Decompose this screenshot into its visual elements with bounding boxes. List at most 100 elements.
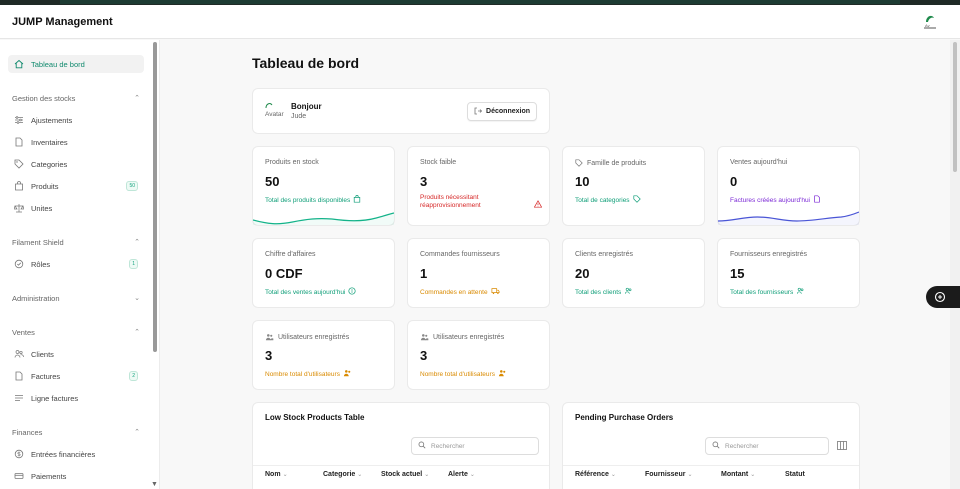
sidebar-item-produits[interactable]: Produits 50: [8, 177, 144, 195]
sidebar-item-unites[interactable]: Unites: [8, 199, 144, 217]
avatar: Avatar: [265, 102, 287, 122]
sidebar-group-admin[interactable]: Administration ⌄: [12, 294, 140, 303]
column-header-nom[interactable]: Nom ⌄: [265, 471, 288, 478]
column-header-fournisseur[interactable]: Fournisseur ⌄: [645, 471, 692, 478]
scroll-down-arrow-icon[interactable]: ▼: [151, 481, 158, 488]
greeting: Bonjour: [291, 102, 322, 111]
search-icon: [418, 441, 426, 451]
sidebar-item-label: Entrées financières: [31, 449, 96, 459]
sidebar-item-roles[interactable]: Rôles 1: [8, 255, 144, 273]
column-header-alerte[interactable]: Alerte ⌄: [448, 471, 475, 478]
card-icon: [14, 471, 24, 481]
sparkline-green: [253, 212, 394, 225]
users-icon: [796, 287, 805, 297]
stat-desc: Nombre total d'utilisateurs: [265, 369, 352, 379]
document-icon: [14, 137, 24, 147]
logout-label: Déconnexion: [486, 108, 530, 115]
tag-icon: [633, 195, 641, 205]
sidebar-group-shield[interactable]: Filament Shield ⌃: [12, 238, 140, 247]
sidebar-item-ajustements[interactable]: Ajustements: [8, 111, 144, 129]
users-icon: [420, 334, 429, 341]
chevron-up-icon: ⌃: [134, 429, 140, 436]
stat-label-text: Famille de produits: [587, 159, 647, 167]
stat-label: Produits en stock: [265, 159, 319, 166]
sort-icon: ⌄: [750, 472, 756, 478]
currency-icon: [348, 287, 356, 297]
stat-desc-text: Factures créées aujourd'hui: [730, 196, 811, 204]
page-title: Tableau de bord: [252, 55, 360, 71]
stat-card-stock-faible: Stock faible 3 Produits nécessitant réap…: [407, 146, 550, 226]
stat-label: Utilisateurs enregistrés: [420, 333, 504, 341]
sidebar-item-factures[interactable]: Factures 2: [8, 367, 144, 385]
sort-icon: ⌄: [687, 472, 693, 478]
page-scrollbar[interactable]: [950, 40, 960, 489]
page-scroll-thumb[interactable]: [953, 42, 957, 172]
sidebar-item-label: Inventaires: [31, 137, 68, 147]
sidebar-item-dashboard[interactable]: Tableau de bord: [8, 55, 144, 73]
stat-label: Fournisseurs enregistrés: [730, 251, 808, 258]
stat-card-commandes-fournisseurs: Commandes fournisseurs 1 Commandes en at…: [407, 238, 550, 308]
stat-desc-text: Total des ventes aujourd'hui: [265, 288, 346, 296]
column-label: Statut: [785, 471, 805, 478]
pending-orders-search[interactable]: [705, 437, 829, 455]
columns-toggle-icon[interactable]: [837, 441, 847, 452]
low-stock-search-input[interactable]: [431, 442, 521, 450]
column-header-reference[interactable]: Référence ⌄: [575, 471, 616, 478]
column-header-montant[interactable]: Montant ⌄: [721, 471, 755, 478]
sidebar-item-inventaires[interactable]: Inventaires: [8, 133, 144, 151]
sidebar-item-label: Produits: [31, 181, 59, 191]
sidebar-item-label: Ligne factures: [31, 393, 79, 403]
group-label: Finances: [12, 428, 43, 437]
sidebar-group-ventes[interactable]: Ventes ⌃: [12, 328, 140, 337]
stat-card-utilisateurs-2: Utilisateurs enregistrés 3 Nombre total …: [407, 320, 550, 390]
sort-icon: ⌄: [357, 472, 363, 478]
top-bar: JUMP Management Av: [0, 5, 960, 39]
stat-label: Ventes aujourd'hui: [730, 159, 788, 166]
column-header-stock-actuel[interactable]: Stock actuel ⌄: [381, 471, 429, 478]
main-content: Tableau de bord Avatar Bonjour Jude Déco…: [161, 40, 950, 489]
users-icon: [265, 334, 274, 341]
column-header-statut[interactable]: Statut: [785, 471, 805, 478]
stat-value: 0 CDF: [265, 266, 303, 281]
user-card: Avatar Bonjour Jude Déconnexion: [252, 88, 550, 134]
shopping-bag-icon: [14, 181, 24, 191]
pending-orders-search-input[interactable]: [725, 442, 815, 450]
column-label: Fournisseur: [645, 471, 686, 478]
user-avatar-icon[interactable]: Av: [922, 12, 938, 30]
stat-label: Famille de produits: [575, 159, 646, 167]
warning-icon: [533, 200, 543, 210]
sidebar-item-ligne-factures[interactable]: Ligne factures: [8, 389, 144, 407]
sidebar-item-entrees[interactable]: Entrées financières: [8, 445, 144, 463]
column-header-categorie[interactable]: Categorie ⌄: [323, 471, 362, 478]
sidebar-item-categories[interactable]: Categories: [8, 155, 144, 173]
zoom-search-icon: [934, 291, 946, 303]
stat-card-famille-produits: Famille de produits 10 Total de categori…: [562, 146, 705, 226]
stat-desc-text: Total de categories: [575, 196, 630, 204]
stat-label: Commandes fournisseurs: [420, 251, 500, 258]
stat-card-fournisseurs: Fournisseurs enregistrés 15 Total des fo…: [717, 238, 860, 308]
chevron-up-icon: ⌃: [134, 239, 140, 246]
sidebar-group-finances[interactable]: Finances ⌃: [12, 428, 140, 437]
sidebar-item-paiements[interactable]: Paiements: [8, 467, 144, 485]
sidebar-group-stocks[interactable]: Gestion des stocks ⌃: [12, 94, 140, 103]
logout-button[interactable]: Déconnexion: [467, 102, 537, 121]
stat-label: Clients enregistrés: [575, 251, 633, 258]
sidebar-scrollbar[interactable]: ▼: [151, 42, 158, 488]
group-label: Filament Shield: [12, 238, 64, 247]
column-label: Categorie: [323, 471, 356, 478]
app-title[interactable]: JUMP Management: [12, 16, 113, 28]
sidebar-scroll-thumb[interactable]: [153, 42, 157, 352]
stat-desc: Nombre total d'utilisateurs: [420, 369, 507, 379]
low-stock-search[interactable]: [411, 437, 539, 455]
stat-desc-text: Total des clients: [575, 288, 622, 296]
table-title: Pending Purchase Orders: [575, 413, 674, 422]
stat-value: 15: [730, 266, 745, 281]
shield-check-icon: [14, 259, 24, 269]
search-icon: [712, 441, 720, 451]
column-label: Stock actuel: [381, 471, 423, 478]
floating-zoom-button[interactable]: [926, 286, 960, 308]
stat-desc: Total des fournisseurs: [730, 287, 805, 297]
stat-value: 20: [575, 266, 590, 281]
truck-icon: [491, 287, 500, 297]
sidebar-item-clients[interactable]: Clients: [8, 345, 144, 363]
